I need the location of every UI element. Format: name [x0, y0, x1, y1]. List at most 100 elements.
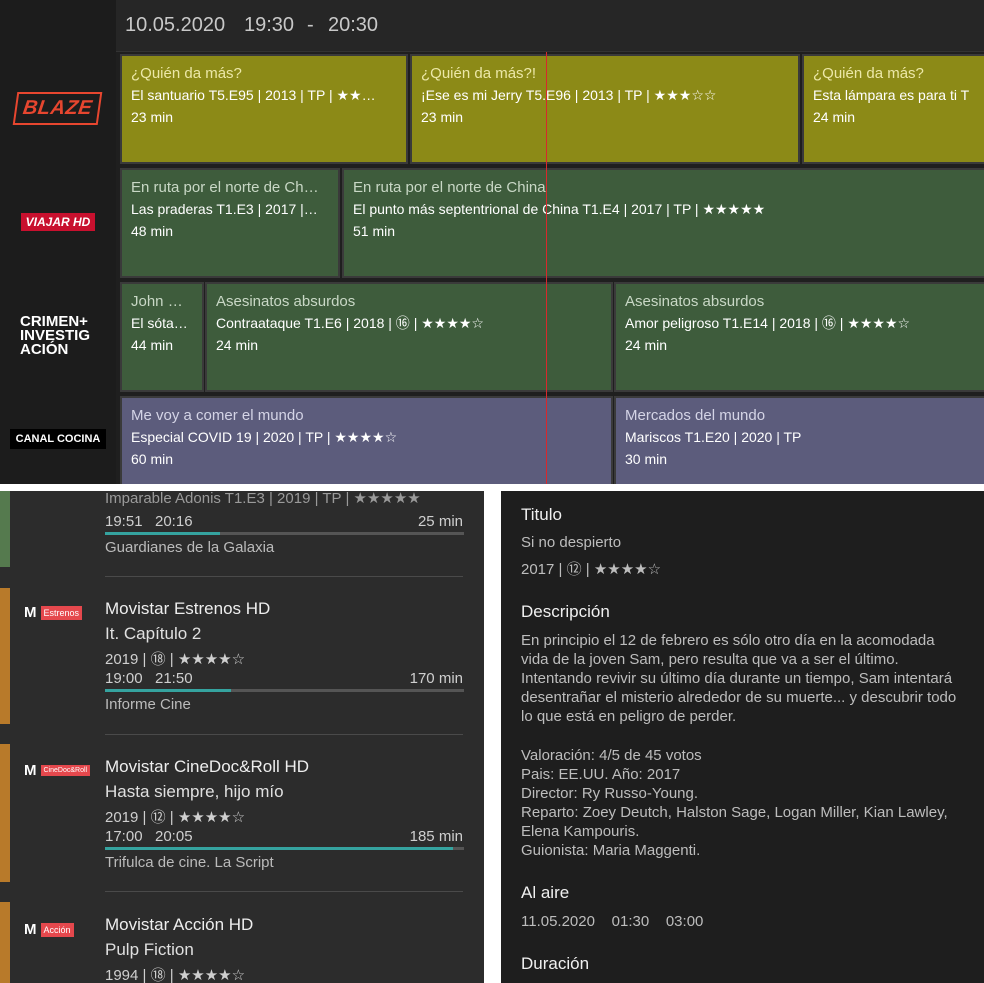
list-item-channel[interactable]: Movistar Estrenos HD	[105, 599, 270, 619]
movistar-m-icon: M	[24, 921, 37, 938]
channel-logo-cocina[interactable]: CANAL COCINA	[0, 394, 116, 484]
list-item-program: It. Capítulo 2	[105, 624, 202, 643]
program-duration: 44 min	[131, 337, 174, 353]
epg-separator: -	[307, 14, 314, 36]
program-title: Mercados del mundo	[625, 407, 766, 424]
list-item-accent	[0, 902, 10, 983]
list-item-accent	[0, 491, 10, 567]
list-item-start: 17:00	[105, 828, 143, 845]
program-cell[interactable]: En ruta por el norte de Ch… Las praderas…	[120, 168, 340, 278]
program-subtitle: Las praderas T1.E3 | 2017 |…	[131, 201, 318, 217]
program-subtitle: Esta lámpara es para ti T	[813, 87, 970, 103]
divider	[105, 576, 463, 577]
list-item-next: Guardianes de la Galaxia	[105, 539, 275, 556]
time-bar: 10.05.2020 19:30 - 20:30	[116, 0, 984, 52]
channel-tag: CineDoc&Roll	[40, 765, 91, 776]
program-title: Me voy a comer el mundo	[131, 407, 304, 424]
section-description-heading: Descripción	[521, 602, 610, 621]
cocina-logo-text: CANAL COCINA	[9, 429, 107, 449]
program-duration: 48 min	[131, 223, 174, 239]
progress-bar	[105, 847, 464, 850]
channel-logo-blaze[interactable]: BLAZE	[0, 52, 116, 164]
program-cell[interactable]: Mercados del mundo Mariscos T1.E20 | 202…	[614, 396, 984, 484]
program-cell[interactable]: John … El sóta… 44 min	[120, 282, 204, 392]
director-line: Director: Ry Russo-Young.	[521, 785, 699, 802]
list-item-program: Pulp Fiction	[105, 940, 194, 959]
epg-grid: 10.05.2020 19:30 - 20:30 BLAZE VIAJAR HD…	[0, 0, 984, 484]
writer-line: Guionista: Maria Maggenti.	[521, 842, 701, 859]
program-cell[interactable]: Me voy a comer el mundo Especial COVID 1…	[120, 396, 613, 484]
program-cell[interactable]: ¿Quién da más?! ¡Ese es mi Jerry T5.E96 …	[410, 54, 800, 164]
channel-logo-viajar[interactable]: VIAJAR HD	[0, 166, 116, 278]
program-title: En ruta por el norte de Ch…	[131, 179, 319, 196]
program-cell[interactable]: Asesinatos absurdos Amor peligroso T1.E1…	[614, 282, 984, 392]
movistar-cinedoc-logo: M CineDoc&Roll	[24, 762, 91, 779]
list-item-meta: 1994 | ⑱ | ★★★★☆	[105, 967, 246, 983]
divider	[105, 734, 463, 735]
epg-start-time: 19:30	[244, 14, 295, 36]
program-duration: 23 min	[421, 109, 464, 125]
section-title-heading: Titulo	[521, 505, 562, 524]
epg-date: 10.05.2020	[125, 14, 226, 36]
channel-tag: Estrenos	[40, 605, 83, 620]
program-duration: 51 min	[353, 223, 396, 239]
list-item-accent	[0, 744, 10, 882]
program-duration: 24 min	[625, 337, 668, 353]
movistar-m-icon: M	[24, 604, 37, 621]
list-item-meta: 2019 | ⑫ | ★★★★☆	[105, 809, 246, 826]
program-subtitle: El santuario T5.E95 | 2013 | TP | ★★…	[131, 87, 376, 103]
channel-tag: Acción	[40, 922, 74, 937]
rating-line: Valoración: 4/5 de 45 votos	[521, 747, 702, 764]
list-item-accent	[0, 588, 10, 724]
list-item-end: 20:05	[155, 828, 193, 845]
viajar-logo-text: VIAJAR HD	[20, 213, 96, 231]
program-subtitle: El sóta…	[131, 315, 188, 331]
program-title: John …	[131, 293, 183, 310]
movistar-estrenos-logo: M Estrenos	[24, 604, 83, 621]
list-item-channel[interactable]: Movistar CineDoc&Roll HD	[105, 757, 309, 777]
list-item-next: Trifulca de cine. La Script	[105, 854, 274, 871]
list-item-start: 19:51	[105, 513, 143, 530]
cast-line: Reparto: Zoey Deutch, Halston Sage, Loga…	[521, 804, 948, 840]
current-time-line	[546, 52, 547, 484]
program-title: Asesinatos absurdos	[625, 293, 765, 310]
program-duration: 24 min	[216, 337, 259, 353]
blaze-logo-text: BLAZE	[21, 96, 95, 119]
epg-end-time: 20:30	[328, 14, 379, 36]
program-duration: 60 min	[131, 451, 174, 467]
program-cell[interactable]: En ruta por el norte de China El punto m…	[342, 168, 984, 278]
program-title: ¿Quién da más?	[131, 65, 242, 82]
program-subtitle: Especial COVID 19 | 2020 | TP | ★★★★☆	[131, 429, 398, 445]
list-item-duration: 185 min	[409, 828, 463, 845]
list-item-subtitle: Imparable Adonis T1.E3 | 2019 | TP | ★★★…	[105, 491, 421, 507]
program-cell[interactable]: Asesinatos absurdos Contraataque T1.E6 |…	[205, 282, 613, 392]
program-subtitle: Mariscos T1.E20 | 2020 | TP	[625, 429, 802, 445]
list-item-program: Hasta siempre, hijo mío	[105, 782, 284, 801]
airing-time: 11.05.2020 01:30 03:00	[521, 913, 704, 930]
list-item-duration: 25 min	[417, 513, 463, 530]
progress-bar	[105, 689, 464, 692]
program-subtitle: Contraataque T1.E6 | 2018 | ⑯ | ★★★★☆	[216, 315, 484, 331]
program-title: ¿Quién da más?!	[421, 65, 537, 82]
movistar-m-icon: M	[24, 762, 37, 779]
list-item-meta: 2019 | ⑱ | ★★★★☆	[105, 651, 246, 668]
program-description: En principio el 12 de febrero es sólo ot…	[521, 632, 957, 725]
progress-bar	[105, 532, 464, 535]
program-title: Asesinatos absurdos	[216, 293, 356, 310]
program-title: En ruta por el norte de China	[353, 179, 546, 196]
crimen-logo-text: CRIMEN+ INVESTIGACIÓN	[20, 313, 91, 358]
channel-logo-crimen[interactable]: CRIMEN+ INVESTIGACIÓN	[0, 280, 116, 392]
program-subtitle: El punto más septentrional de China T1.E…	[353, 201, 766, 217]
program-cell[interactable]: ¿Quién da más? Esta lámpara es para ti T…	[802, 54, 984, 164]
program-detail-panel: Titulo Si no despierto 2017 | ⑫ | ★★★★☆ …	[501, 491, 984, 983]
program-subtitle: ¡Ese es mi Jerry T5.E96 | 2013 | TP | ★★…	[421, 87, 717, 103]
divider	[105, 891, 463, 892]
channel-list[interactable]: Imparable Adonis T1.E3 | 2019 | TP | ★★★…	[0, 491, 484, 983]
list-item-start: 19:00	[105, 670, 143, 687]
program-cell[interactable]: ¿Quién da más? El santuario T5.E95 | 201…	[120, 54, 408, 164]
program-duration: 23 min	[131, 109, 174, 125]
list-item-channel[interactable]: Movistar Acción HD	[105, 915, 253, 935]
list-item-end: 21:50	[155, 670, 193, 687]
section-duration-heading: Duración	[521, 954, 590, 973]
movistar-accion-logo: M Acción	[24, 921, 74, 938]
